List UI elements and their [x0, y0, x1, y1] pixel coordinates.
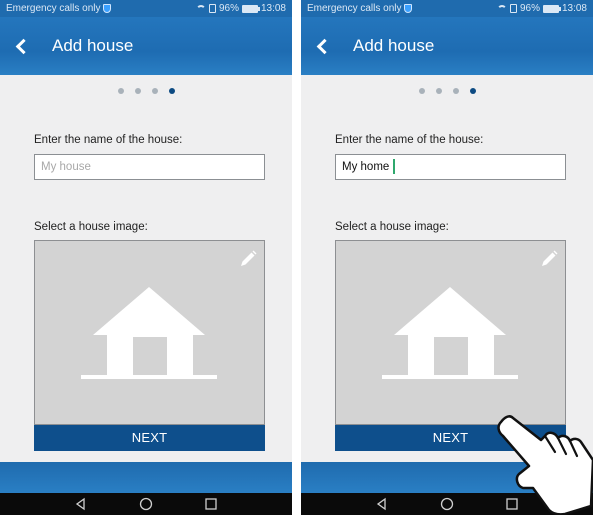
house-image-picker[interactable] — [34, 240, 265, 425]
step-dot — [418, 88, 425, 94]
battery-percent: 96% — [218, 3, 239, 14]
back-arrow-icon — [15, 38, 31, 54]
battery-icon — [542, 4, 561, 13]
house-name-label: Enter the name of the house: — [335, 134, 484, 146]
back-triangle-icon[interactable] — [374, 496, 390, 512]
shield-icon — [404, 4, 413, 13]
house-image-label: Select a house image: — [335, 221, 449, 233]
text-cursor — [393, 159, 395, 174]
status-bar: Emergency calls only 96% 13:08 — [301, 0, 593, 17]
step-dot — [151, 88, 158, 94]
bottom-bar — [301, 462, 593, 493]
phone-screen-after: Emergency calls only 96% 13:08 Add house… — [301, 0, 593, 515]
step-dot — [435, 88, 442, 94]
house-icon — [382, 287, 518, 379]
app-bar: Add house — [301, 17, 593, 75]
back-button[interactable] — [0, 17, 40, 75]
shield-icon — [103, 4, 112, 13]
pencil-icon[interactable] — [539, 249, 559, 269]
step-dot-active — [469, 88, 476, 94]
house-icon — [81, 287, 217, 379]
status-carrier-text: Emergency calls only — [6, 3, 101, 14]
page-title: Add house — [353, 36, 435, 55]
home-circle-icon[interactable] — [138, 496, 154, 512]
recents-square-icon[interactable] — [504, 496, 520, 512]
status-bar: Emergency calls only 96% 13:08 — [0, 0, 292, 17]
back-button[interactable] — [301, 17, 341, 75]
house-image-picker[interactable] — [335, 240, 566, 425]
battery-percent: 96% — [519, 3, 540, 14]
step-dot-active — [168, 88, 175, 94]
status-carrier-text: Emergency calls only — [307, 3, 402, 14]
home-circle-icon[interactable] — [439, 496, 455, 512]
wifi-icon — [496, 4, 507, 13]
back-arrow-icon — [316, 38, 332, 54]
sim-icon — [509, 4, 517, 13]
house-name-input[interactable] — [335, 154, 566, 180]
step-indicator — [0, 88, 292, 94]
system-nav-bar — [0, 493, 292, 515]
system-nav-bar — [301, 493, 593, 515]
battery-icon — [241, 4, 260, 13]
pencil-icon[interactable] — [238, 249, 258, 269]
status-time: 13:08 — [260, 3, 286, 14]
house-name-label: Enter the name of the house: — [34, 134, 183, 146]
step-dot — [452, 88, 459, 94]
status-time: 13:08 — [561, 3, 587, 14]
step-indicator — [301, 88, 593, 94]
house-name-input[interactable] — [34, 154, 265, 180]
step-dot — [117, 88, 124, 94]
next-button[interactable]: NEXT — [335, 425, 566, 451]
next-button[interactable]: NEXT — [34, 425, 265, 451]
page-title: Add house — [52, 36, 134, 55]
phone-screen-before: Emergency calls only 96% 13:08 Add house… — [0, 0, 292, 515]
bottom-bar — [0, 462, 292, 493]
house-image-label: Select a house image: — [34, 221, 148, 233]
sim-icon — [208, 4, 216, 13]
app-bar: Add house — [0, 17, 292, 75]
wifi-icon — [195, 4, 206, 13]
step-dot — [134, 88, 141, 94]
recents-square-icon[interactable] — [203, 496, 219, 512]
back-triangle-icon[interactable] — [73, 496, 89, 512]
